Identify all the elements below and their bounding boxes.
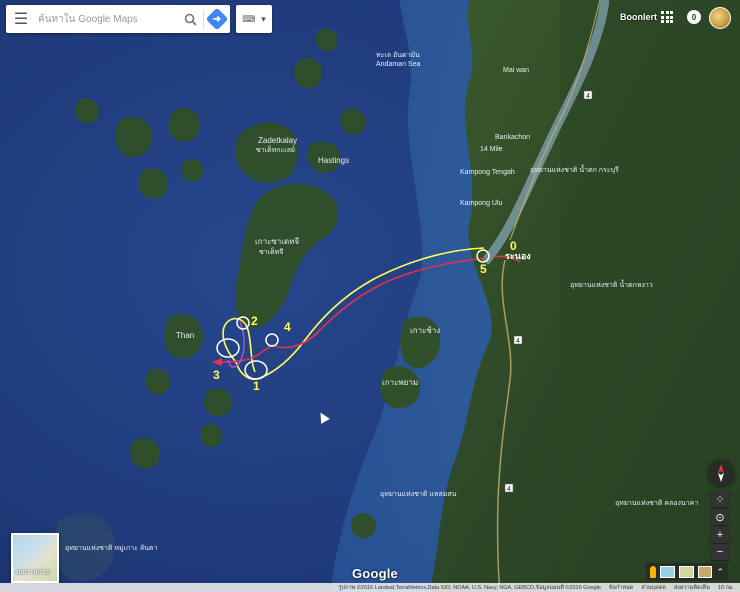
road-badge-label: 4 <box>516 338 520 345</box>
label-bankachon: Bankachon <box>495 134 530 141</box>
label-than: Than <box>176 331 194 340</box>
chevron-up-icon[interactable]: ⌃ <box>716 567 724 578</box>
label-ko-phayam: เกาะพยาม <box>382 378 418 387</box>
label-14-mile: 14 Mile <box>480 146 503 153</box>
label-zadetkalay-th: ซาเด็ทกะเลย์ <box>256 145 295 154</box>
user-name[interactable]: Boonlert <box>620 12 657 22</box>
directions-icon: ➜ <box>205 7 229 31</box>
google-logo: Google <box>352 566 398 581</box>
island <box>115 116 153 157</box>
earth-view-thumbnail[interactable]: ผลภาพถ่าย <box>11 533 59 583</box>
imagery-credits: รูปภาพ ©2016 Landsat,TerraMetrics,Data S… <box>338 584 601 591</box>
scale-bar[interactable]: 10 กม. <box>718 584 734 592</box>
imagery-thumb[interactable] <box>697 566 713 578</box>
island <box>294 58 322 89</box>
label-maiwan: Mai wan <box>503 67 529 74</box>
route-marker-3: 3 <box>213 368 220 382</box>
my-location-icon: ⊙ <box>715 511 725 524</box>
route-marker-4: 4 <box>284 320 291 334</box>
label-hastings: Hastings <box>318 156 349 165</box>
label-park-sw: อุทยานแห่งชาติ หมู่เกาะ ลันตา <box>65 544 157 552</box>
route-marker-5: 5 <box>480 262 487 276</box>
tilt-button[interactable]: ⁘ <box>711 491 729 507</box>
label-ranong: ระนอง <box>505 251 531 261</box>
island <box>204 388 232 416</box>
ko-phayam-island <box>380 366 421 409</box>
label-ko-chang: เกาะช้าง <box>410 326 440 335</box>
apps-grid-icon[interactable] <box>661 11 673 23</box>
thumbnail-label: ผลภาพถ่าย <box>16 569 50 576</box>
notifications-icon[interactable]: 0 <box>687 10 701 24</box>
search-input[interactable] <box>36 12 177 26</box>
search-icon[interactable] <box>177 5 203 33</box>
avatar[interactable] <box>709 7 731 29</box>
label-park-khlong: อุทยานแห่งชาติ คลองนาคา <box>615 499 698 507</box>
privacy-link[interactable]: ส่วนบุคคล <box>641 584 665 592</box>
feedback-link[interactable]: ส่งความคิดเห็น <box>674 584 710 592</box>
imagery-panel[interactable]: ⌃ <box>646 563 728 581</box>
island <box>351 513 376 539</box>
island <box>168 107 200 142</box>
imagery-thumb[interactable] <box>659 566 675 578</box>
label-park-laem-son: อุทยานแห่งชาติ แหลมสน <box>380 490 457 498</box>
route-marker-2: 2 <box>251 314 258 328</box>
road-badge-label: 4 <box>586 93 590 100</box>
label-zadetkyi-sub: ซาเด็ทจี <box>259 247 283 256</box>
label-kampong-tengah: Kampong Tengah <box>460 169 515 176</box>
keyboard-icon: ⌨ <box>242 13 256 24</box>
label-zadetkyi: เกาะซาเดทจี <box>255 237 299 246</box>
road-badge-label: 4 <box>507 486 511 493</box>
tilt-icon: ⁘ <box>715 493 725 506</box>
island <box>138 168 168 199</box>
label-kampong-ulu: Kampong Ulu <box>460 200 503 207</box>
label-zadetkalay: Zadetkalay <box>258 136 297 145</box>
label-andaman-th: ทะเล อันดามัน <box>376 51 420 59</box>
footer: รูปภาพ ©2016 Landsat,TerraMetrics,Data S… <box>0 583 740 592</box>
zoom-in-button[interactable]: + <box>711 527 729 543</box>
my-location-button[interactable]: ⊙ <box>711 509 729 525</box>
pegman-icon[interactable] <box>650 566 656 578</box>
terms-link[interactable]: ข้อกำหนด <box>609 584 633 592</box>
satellite-map[interactable]: 0 1 2 3 4 5 ทะเล อันดามัน Andaman Sea Za… <box>0 0 740 592</box>
directions-button[interactable]: ➜ <box>204 5 230 33</box>
menu-icon[interactable]: ☰ <box>6 5 36 33</box>
zoom-out-button[interactable]: − <box>711 544 729 560</box>
label-andaman-en: Andaman Sea <box>376 61 420 68</box>
search-bar[interactable]: ☰ ➜ <box>6 5 230 33</box>
route-marker-1: 1 <box>253 379 260 393</box>
input-tools-button[interactable]: ⌨ ▾ <box>236 5 272 33</box>
imagery-thumb[interactable] <box>678 566 694 578</box>
compass-icon[interactable] <box>708 460 734 486</box>
chevron-down-icon: ▾ <box>261 13 266 24</box>
